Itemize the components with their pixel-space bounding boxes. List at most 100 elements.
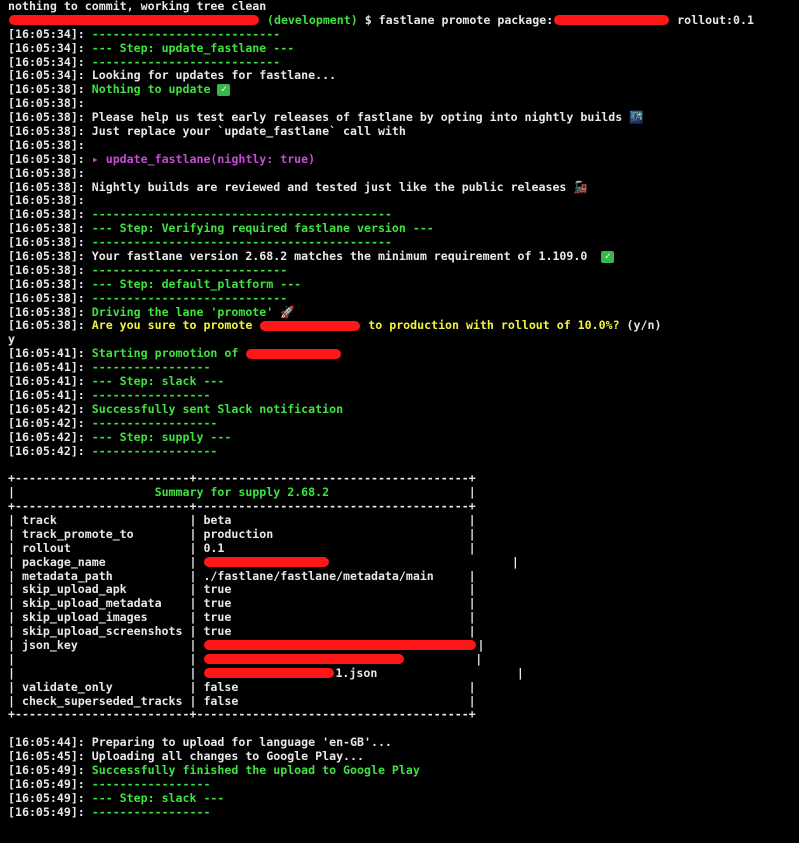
terminal-line: [16:05:34]: Looking for updates for fast…: [8, 69, 799, 83]
terminal-text: | track_promote_to | production |: [8, 526, 476, 541]
terminal-text: | |: [8, 651, 204, 666]
terminal-text: Looking for updates for fastlane...: [91, 68, 337, 83]
terminal-line: [16:05:38]: --- Step: Verifying required…: [8, 221, 799, 236]
terminal-output: nothing to commit, working tree clean (d…: [0, 0, 799, 843]
terminal-text: [16:05:42]:: [8, 401, 92, 416]
terminal-text: |: [330, 554, 519, 569]
terminal-line: | Summary for supply 2.68.2 |: [8, 485, 799, 500]
terminal-text: ----------------------------------------…: [91, 207, 392, 222]
terminal-text: [16:05:34]:: [8, 54, 92, 69]
terminal-line: [16:05:38]:: [8, 165, 799, 181]
terminal-text: |: [8, 485, 155, 500]
terminal-text: --- Step: update_fastlane ---: [91, 40, 295, 55]
terminal-line: | skip_upload_apk | true |: [8, 582, 799, 597]
terminal-line: [16:05:42]: --- Step: supply ---: [8, 429, 799, 445]
terminal-line: [16:05:38]: ----------------------------: [8, 291, 799, 306]
terminal-text: -----------------: [91, 360, 211, 375]
terminal-line: [16:05:41]: --- Step: slack ---: [8, 374, 799, 389]
terminal-text: (development): [260, 12, 358, 27]
terminal-text: -----------------: [91, 387, 211, 402]
terminal-text: --- Step: Verifying required fastlane ve…: [91, 221, 434, 236]
emoji-icon: 🌃: [629, 110, 644, 125]
terminal-text: ---------------------------: [91, 54, 281, 69]
terminal-line: [16:05:49]: -----------------: [8, 776, 799, 792]
terminal-text: Your fastlane version 2.68.2 matches the…: [91, 249, 602, 264]
redaction-mark: [246, 348, 342, 359]
terminal-line: | json_key | |: [8, 637, 799, 653]
terminal-text: ----------------------------------------…: [91, 235, 392, 250]
terminal-line: [16:05:38]: ▸ update_fastlane(nightly: t…: [8, 152, 799, 167]
terminal-text: +-------------------------+-------------…: [8, 499, 476, 514]
terminal-line: +-------------------------+-------------…: [8, 499, 799, 514]
terminal-text: 1.json |: [335, 665, 524, 680]
terminal-text: [16:05:45]:: [8, 749, 92, 764]
terminal-line: [16:05:38]: ----------------------------…: [8, 207, 799, 222]
terminal-text: [16:05:38]:: [8, 249, 92, 264]
redaction-mark: [554, 15, 670, 26]
terminal-line: [16:05:42]: ------------------: [8, 415, 799, 431]
emoji-icon: 🚂: [573, 179, 588, 194]
terminal-line: [16:05:44]: Preparing to upload for lang…: [8, 735, 799, 750]
terminal-text: |: [405, 651, 483, 666]
terminal-line: | skip_upload_metadata | true |: [8, 596, 799, 611]
terminal-text: |: [329, 485, 476, 500]
terminal-text: | json_key |: [8, 637, 204, 652]
terminal-line: [16:05:38]: Nightly builds are reviewed …: [8, 179, 799, 195]
terminal-text: [16:05:41]:: [8, 360, 92, 375]
terminal-text: ---------------------------: [91, 26, 281, 41]
terminal-text: (y/n): [626, 318, 662, 333]
terminal-text: Please help us test early releases of fa…: [91, 110, 630, 125]
terminal-text: [16:05:42]:: [8, 415, 92, 430]
redaction-mark: [204, 668, 335, 679]
terminal-line: | skip_upload_images | true |: [8, 610, 799, 625]
terminal-text: |: [477, 637, 485, 652]
terminal-line: [16:05:38]: Nothing to update ✓: [8, 82, 799, 97]
terminal-line: (development) $ fastlane promote package…: [8, 12, 799, 28]
terminal-line: nothing to commit, working tree clean: [8, 0, 799, 14]
terminal-line: | skip_upload_screenshots | true |: [8, 624, 799, 639]
terminal-text: Successfully sent Slack notification: [91, 401, 344, 416]
terminal-text: [16:05:38]:: [8, 110, 92, 125]
terminal-text: --- Step: slack ---: [91, 374, 225, 389]
terminal-text: [16:05:49]:: [8, 762, 92, 777]
terminal-text: +-------------------------+-------------…: [8, 707, 476, 722]
terminal-text: | skip_upload_apk | true |: [8, 582, 476, 597]
terminal-text: [16:05:49]:: [8, 776, 92, 791]
terminal-line: | | |: [8, 651, 799, 667]
terminal-text: Driving the lane 'promote': [91, 304, 281, 319]
terminal-text: [16:05:38]:: [8, 165, 92, 180]
checkmark-icon: ✓: [601, 250, 615, 263]
terminal-text: nothing to commit, working tree clean: [8, 0, 267, 13]
terminal-text: Just replace your `update_fastlane` call…: [91, 124, 406, 139]
terminal-line: | package_name | |: [8, 554, 799, 570]
terminal-text: | package_name |: [8, 554, 204, 569]
terminal-line: | check_superseded_tracks | false |: [8, 693, 799, 709]
terminal-text: [16:05:38]:: [8, 276, 92, 291]
terminal-line: [16:05:38]:: [8, 137, 799, 153]
terminal-line: [16:05:38]: Are you sure to promote to p…: [8, 319, 799, 333]
terminal-text: | validate_only | false |: [8, 679, 476, 694]
terminal-text: --- Step: slack ---: [91, 790, 225, 805]
terminal-text: | track | beta |: [8, 512, 476, 527]
terminal-text: Summary for supply 2.68.2: [154, 485, 330, 500]
terminal-text: [16:05:41]:: [8, 346, 92, 361]
terminal-line: [16:05:38]:: [8, 96, 799, 111]
terminal-text: [16:05:38]:: [8, 304, 92, 319]
terminal-text: [16:05:38]:: [8, 221, 92, 236]
terminal-line: [16:05:34]: --- Step: update_fastlane --…: [8, 40, 799, 56]
terminal-line: [16:05:34]: ---------------------------: [8, 54, 799, 70]
redaction-mark: [204, 640, 477, 651]
redaction-mark: [260, 320, 361, 331]
redaction-mark: [204, 557, 330, 568]
terminal-text: | skip_upload_screenshots | true |: [8, 624, 476, 639]
terminal-line: [16:05:34]: ---------------------------: [8, 26, 799, 42]
terminal-text: [16:05:42]:: [8, 429, 92, 444]
terminal-text: [16:05:38]:: [8, 82, 92, 97]
terminal-text: Nothing to update: [91, 82, 218, 97]
terminal-text: | check_superseded_tracks | false |: [8, 693, 476, 708]
terminal-line: [16:05:38]: Your fastlane version 2.68.2…: [8, 249, 799, 264]
terminal-line: +-------------------------+-------------…: [8, 471, 799, 486]
terminal-line: [16:05:49]: Successfully finished the up…: [8, 762, 799, 778]
terminal-text: [16:05:38]:: [8, 137, 92, 152]
